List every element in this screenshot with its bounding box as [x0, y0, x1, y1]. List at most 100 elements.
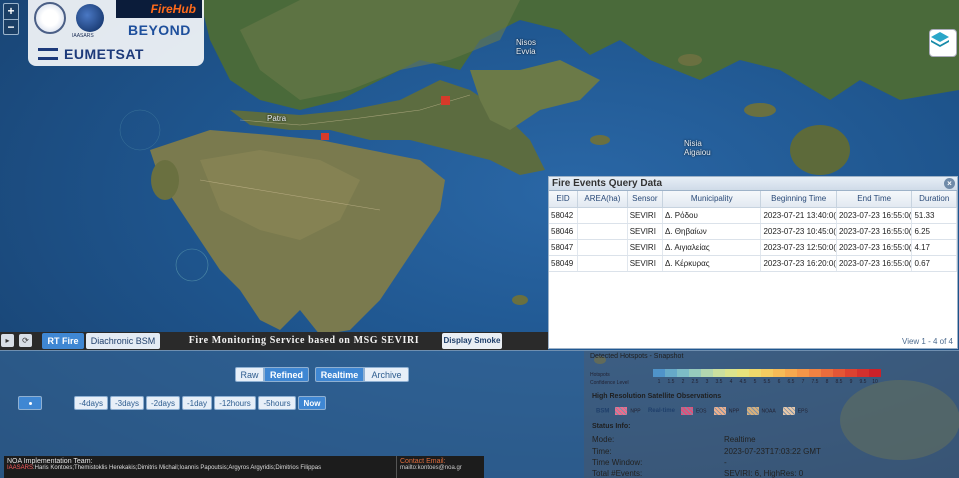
- confidence-tick: 2: [681, 379, 685, 385]
- confidence-swatch: [749, 369, 761, 377]
- layer-switcher-button[interactable]: [929, 29, 957, 57]
- contact-email-link[interactable]: mailto:kontoes@noa.gr: [400, 465, 481, 471]
- display-smoke-button[interactable]: Display Smoke: [442, 333, 502, 349]
- confidence-swatch: [725, 369, 737, 377]
- cell-beginning-time: 2023-07-23 16:20:0(: [760, 255, 837, 272]
- expand-icon[interactable]: ▸: [1, 334, 14, 347]
- refresh-icon[interactable]: ⟳: [19, 334, 32, 347]
- table-row[interactable]: 58049 SEVIRI Δ. Κέρκυρας 2023-07-23 16:2…: [549, 255, 957, 272]
- fire-polygon[interactable]: [441, 96, 450, 105]
- confidence-tick: 6: [777, 379, 781, 385]
- high-res-title: High Resolution Satellite Observations: [592, 393, 722, 400]
- confidence-tick: 8: [825, 379, 829, 385]
- confidence-tick: 1.5: [667, 379, 675, 385]
- range-now-button[interactable]: Now: [298, 396, 326, 410]
- close-icon[interactable]: ×: [944, 178, 955, 189]
- range-5hours-button[interactable]: -5hours: [258, 396, 296, 410]
- team-org: IAASARS: [7, 465, 34, 471]
- cell-sensor: SEVIRI: [627, 223, 664, 240]
- diachronic-bsm-button[interactable]: Diachronic BSM: [86, 333, 160, 349]
- service-title: Fire Monitoring Service based on MSG SEV…: [188, 335, 420, 346]
- firehub-logo: FireHub: [116, 0, 202, 18]
- cell-eid: 58046: [549, 223, 579, 240]
- archive-button[interactable]: Archive: [364, 367, 409, 382]
- status-key: Total #Events:: [592, 469, 643, 478]
- column-header-end-time[interactable]: End Time: [836, 191, 913, 208]
- cell-beginning-time: 2023-07-23 10:45:0(: [760, 223, 837, 240]
- cell-area: [577, 223, 628, 240]
- cell-end-time: 2023-07-23 16:55:0(: [836, 223, 913, 240]
- query-panel-title: Fire Events Query Data: [552, 178, 663, 189]
- confidence-tick: 5.5: [763, 379, 771, 385]
- cell-beginning-time: 2023-07-21 13:40:0(: [760, 207, 837, 224]
- status-value: Realtime: [724, 435, 756, 444]
- raw-button[interactable]: Raw: [235, 367, 264, 382]
- legend-name: EPS: [797, 408, 808, 415]
- legend-name: NOAA: [761, 408, 776, 415]
- zoom-in-button[interactable]: +: [4, 4, 18, 19]
- confidence-swatch: [665, 369, 677, 377]
- layers-icon: [931, 32, 949, 47]
- npp-swatch: [615, 407, 628, 415]
- cell-sensor: SEVIRI: [627, 239, 664, 256]
- range-1day-button[interactable]: -1day: [182, 396, 212, 410]
- eumetsat-mark-icon: [38, 48, 58, 60]
- refined-button[interactable]: Refined: [264, 367, 309, 382]
- column-header-municipality[interactable]: Municipality: [662, 191, 762, 208]
- time-slider-handle[interactable]: [18, 396, 42, 410]
- processing-mode-toggle: Raw Refined: [235, 367, 309, 382]
- zoom-out-button[interactable]: −: [4, 19, 18, 34]
- table-row[interactable]: 58047 SEVIRI Δ. Αιγιαλείας 2023-07-23 12…: [549, 239, 957, 256]
- confidence-color-scale: [653, 369, 881, 377]
- status-value: 2023-07-23T17:03:22 GMT: [724, 447, 821, 456]
- confidence-swatch: [701, 369, 713, 377]
- partner-logos: IAASARS FireHub BEYOND EUMETSAT: [28, 0, 204, 66]
- confidence-swatch: [689, 369, 701, 377]
- fire-polygon[interactable]: [321, 133, 329, 140]
- realtime-label: Real-time: [647, 408, 675, 415]
- cell-eid: 58047: [549, 239, 579, 256]
- query-panel-header: Fire Events Query Data ×: [549, 177, 957, 191]
- range-3days-button[interactable]: -3days: [110, 396, 144, 410]
- confidence-swatch: [821, 369, 833, 377]
- range-4days-button[interactable]: -4days: [74, 396, 108, 410]
- table-row[interactable]: 58042 SEVIRI Δ. Ρόδου 2023-07-21 13:40:0…: [549, 207, 957, 224]
- confidence-ticks: 1 1.5 2 2.5 3 3.5 4 4.5 5 5.5 6 6.5 7 7.5 8 8.5 9 9.5 10: [653, 379, 881, 385]
- range-12hours-button[interactable]: -12hours: [214, 396, 256, 410]
- cell-municipality: Δ. Κέρκυρας: [662, 255, 762, 272]
- cell-area: [577, 239, 628, 256]
- table-row[interactable]: 58046 SEVIRI Δ. Θηβαίων 2023-07-23 10:45…: [549, 223, 957, 240]
- status-key: Mode:: [592, 435, 615, 444]
- time-controls-panel: Raw Refined Realtime Archive -4days -3da…: [0, 350, 584, 478]
- legend-name: NPP: [728, 408, 740, 415]
- confidence-swatch: [833, 369, 845, 377]
- confidence-legend-label: Hotspots Confidence Level: [590, 372, 629, 386]
- eps-swatch: [782, 407, 795, 415]
- status-value: -: [724, 458, 727, 467]
- confidence-swatch: [761, 369, 773, 377]
- range-2days-button[interactable]: -2days: [146, 396, 180, 410]
- confidence-swatch: [869, 369, 881, 377]
- cell-end-time: 2023-07-23 16:55:0(: [836, 255, 913, 272]
- cell-end-time: 2023-07-23 16:55:0(: [836, 207, 913, 224]
- column-header-duration[interactable]: Duration: [911, 191, 957, 208]
- column-header-beginning-time[interactable]: Beginning Time: [760, 191, 837, 208]
- map-label: Nisos Evvia: [516, 38, 537, 56]
- column-header-area[interactable]: AREA(ha): [577, 191, 628, 208]
- cell-eid: 58042: [549, 207, 579, 224]
- rt-fire-button[interactable]: RT Fire: [42, 333, 84, 349]
- confidence-tick: 5: [753, 379, 757, 385]
- confidence-tick: 7.5: [811, 379, 819, 385]
- column-header-eid[interactable]: EID: [549, 191, 579, 208]
- cell-duration: 4.17: [911, 239, 957, 256]
- column-header-sensor[interactable]: Sensor: [627, 191, 664, 208]
- status-value: SEVIRI: 6, HighRes: 0: [724, 469, 804, 478]
- confidence-swatch: [653, 369, 665, 377]
- iaasars-label: IAASARS: [72, 33, 94, 39]
- realtime-button[interactable]: Realtime: [315, 367, 364, 382]
- map-label: Patra: [267, 114, 287, 123]
- eumetsat-logo: EUMETSAT: [64, 46, 144, 62]
- high-res-legend: BSM NPP Real-time EOS NPP NOAA EPS: [596, 407, 808, 415]
- dot-icon: [29, 402, 32, 405]
- confidence-swatch: [773, 369, 785, 377]
